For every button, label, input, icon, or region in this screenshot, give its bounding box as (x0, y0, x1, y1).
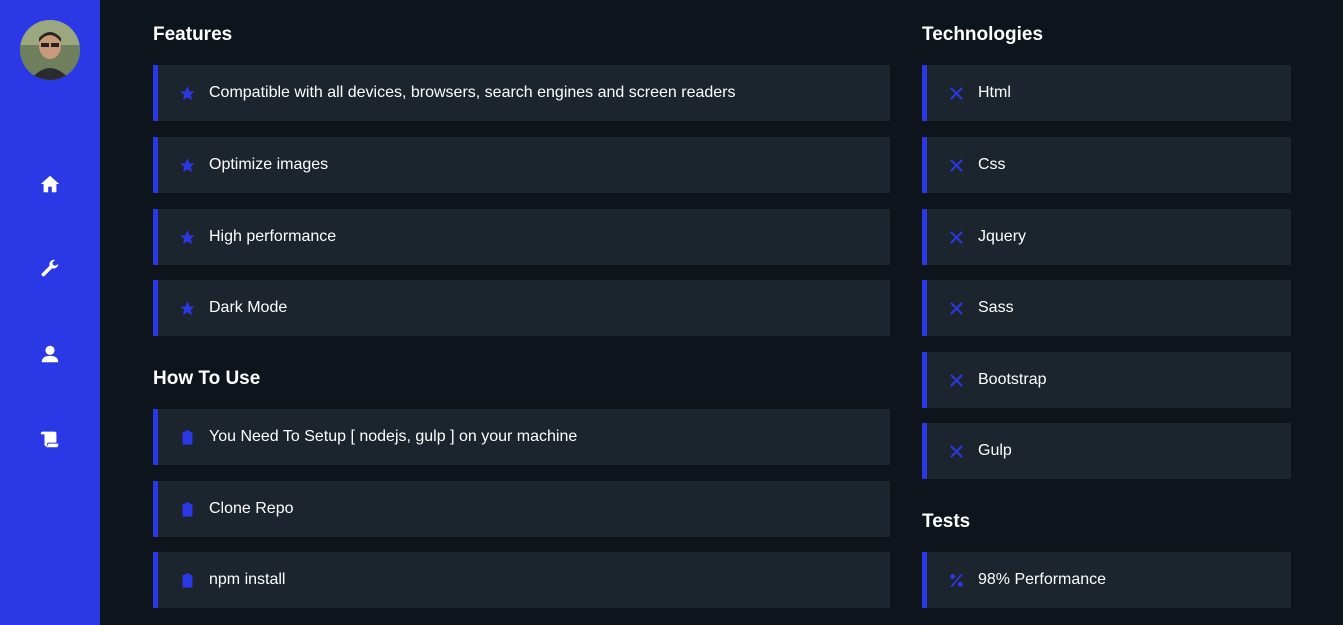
how-to-label: You Need To Setup [ nodejs, gulp ] on yo… (209, 428, 578, 445)
feature-item: Compatible with all devices, browsers, s… (153, 65, 890, 121)
star-icon (177, 83, 197, 103)
percent-icon (946, 570, 966, 590)
star-icon (177, 227, 197, 247)
tests-title: Tests (922, 511, 971, 532)
test-item: 98% Performance (922, 552, 1291, 608)
technology-label: Gulp (978, 442, 1012, 459)
clipboard-icon (177, 427, 197, 447)
technology-item: Gulp (922, 423, 1291, 479)
home-icon (40, 175, 60, 193)
clipboard-icon (177, 570, 197, 590)
feature-item: Dark Mode (153, 280, 890, 336)
feature-item: Optimize images (153, 137, 890, 193)
nav-resume[interactable] (38, 427, 62, 451)
how-to-label: npm install (209, 571, 286, 588)
tools-icon (946, 83, 966, 103)
tools-icon (946, 441, 966, 461)
how-to-use-title: How To Use (153, 368, 261, 389)
technology-label: Css (978, 156, 1006, 173)
technology-label: Html (978, 84, 1011, 101)
feature-label: Compatible with all devices, browsers, s… (209, 84, 736, 101)
technology-label: Jquery (978, 228, 1027, 245)
how-to-item: Clone Repo (153, 481, 890, 537)
sidebar (0, 0, 100, 625)
feature-label: High performance (209, 228, 337, 245)
tools-icon (946, 298, 966, 318)
avatar[interactable] (20, 20, 80, 80)
technology-item: Css (922, 137, 1291, 193)
nav-about[interactable] (38, 342, 62, 366)
technology-label: Sass (978, 299, 1014, 316)
clipboard-icon (177, 499, 197, 519)
how-to-item: npm install (153, 552, 890, 608)
tools-icon (946, 227, 966, 247)
technology-item: Html (922, 65, 1291, 121)
nav-home[interactable] (38, 172, 62, 196)
how-to-item: You Need To Setup [ nodejs, gulp ] on yo… (153, 409, 890, 465)
tools-icon (946, 370, 966, 390)
technology-label: Bootstrap (978, 371, 1047, 388)
technology-item: Bootstrap (922, 352, 1291, 408)
wrench-icon (41, 259, 59, 277)
scroll-icon (40, 431, 59, 448)
star-icon (177, 298, 197, 318)
star-icon (177, 155, 197, 175)
feature-item: High performance (153, 209, 890, 265)
how-to-label: Clone Repo (209, 500, 294, 517)
feature-label: Optimize images (209, 156, 329, 173)
user-icon (41, 345, 59, 363)
technology-item: Sass (922, 280, 1291, 336)
test-label: 98% Performance (978, 571, 1107, 588)
tools-icon (946, 155, 966, 175)
technologies-title: Technologies (922, 24, 1044, 45)
features-title: Features (153, 24, 233, 45)
technology-item: Jquery (922, 209, 1291, 265)
nav-tools[interactable] (38, 257, 62, 281)
feature-label: Dark Mode (209, 299, 288, 316)
